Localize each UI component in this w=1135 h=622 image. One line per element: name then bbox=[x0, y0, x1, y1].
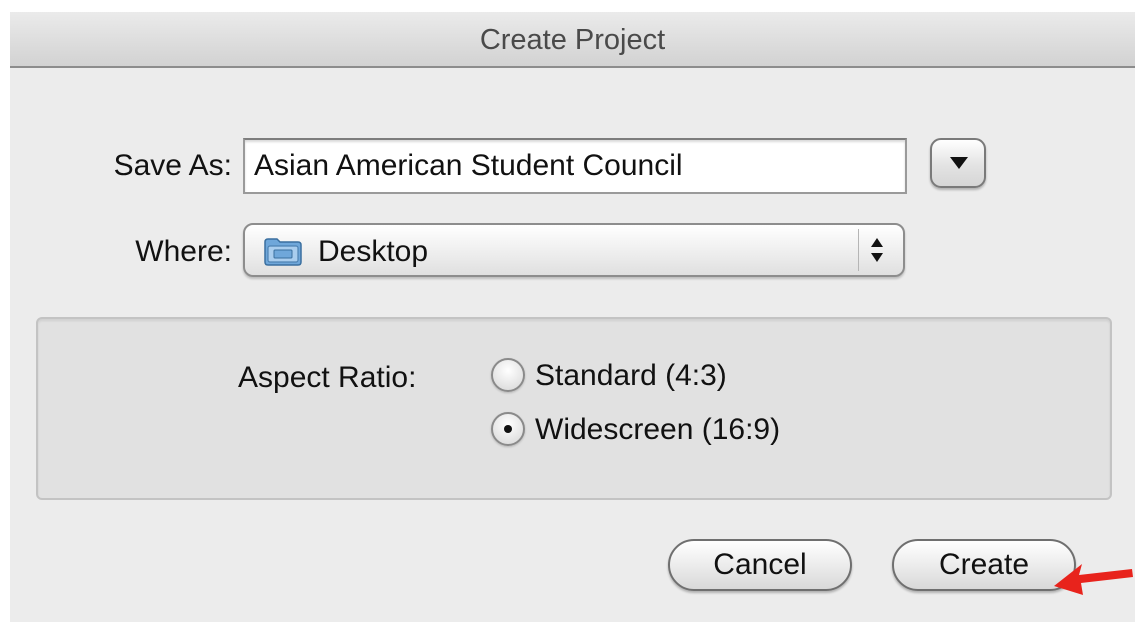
disclosure-triangle-icon bbox=[950, 157, 968, 169]
radio-dot-icon bbox=[504, 425, 512, 433]
title-bar: Create Project bbox=[10, 12, 1135, 68]
dialog-title: Create Project bbox=[479, 24, 666, 56]
where-value: Desktop bbox=[318, 235, 429, 268]
create-project-dialog: Create Project Save As: Where: Desktop A… bbox=[10, 12, 1135, 622]
red-arrow-icon bbox=[1054, 564, 1133, 595]
aspect-ratio-box: Aspect Ratio: Standard (4:3) Widescreen … bbox=[36, 317, 1112, 500]
up-down-arrows-icon bbox=[871, 238, 883, 262]
where-label: Where: bbox=[135, 235, 232, 268]
radio-button-unselected[interactable] bbox=[491, 358, 525, 392]
popup-divider bbox=[858, 229, 859, 271]
radio-standard-label: Standard (4:3) bbox=[535, 359, 727, 392]
create-button[interactable]: Create bbox=[892, 539, 1076, 591]
save-as-label: Save As: bbox=[113, 149, 232, 182]
radio-widescreen-label: Widescreen (16:9) bbox=[535, 413, 781, 446]
where-popup-button[interactable]: Desktop bbox=[243, 223, 905, 277]
expand-button[interactable] bbox=[930, 138, 986, 188]
save-as-input[interactable] bbox=[243, 138, 907, 194]
aspect-ratio-label: Aspect Ratio: bbox=[238, 361, 417, 394]
folder-icon bbox=[264, 238, 302, 266]
radio-button-selected[interactable] bbox=[491, 412, 525, 446]
cancel-button[interactable]: Cancel bbox=[668, 539, 852, 591]
